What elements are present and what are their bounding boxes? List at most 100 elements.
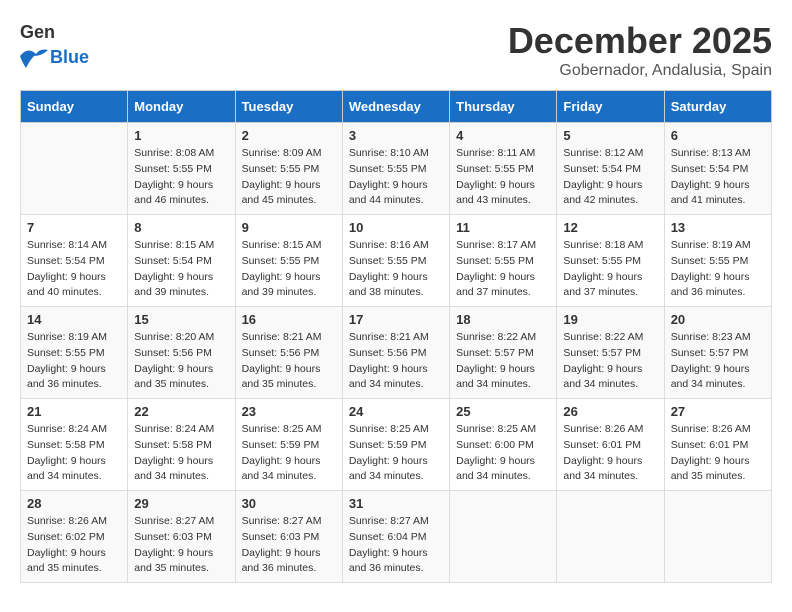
day-number: 13 [671,220,765,235]
day-number: 11 [456,220,550,235]
day-number: 16 [242,312,336,327]
day-number: 15 [134,312,228,327]
day-number: 14 [27,312,121,327]
calendar-cell: 22Sunrise: 8:24 AMSunset: 5:58 PMDayligh… [128,399,235,491]
day-info: Sunrise: 8:17 AMSunset: 5:55 PMDaylight:… [456,238,550,301]
logo-blue-text: Blue [50,47,89,68]
calendar-cell: 6 Sunrise: 8:13 AMSunset: 5:54 PMDaylight… [664,123,771,215]
day-number: 23 [242,404,336,419]
day-info: Sunrise: 8:27 AMSunset: 6:03 PMDaylight:… [134,514,228,577]
calendar-cell: 29 Sunrise: 8:27 AMSunset: 6:03 PMDayligh… [128,491,235,583]
calendar-cell: 26 Sunrise: 8:26 AMSunset: 6:01 PMDayligh… [557,399,664,491]
day-info: Sunrise: 8:24 AMSunset: 5:58 PMDaylight:… [27,422,121,485]
calendar-cell [21,123,128,215]
calendar-cell: 20Sunrise: 8:23 AMSunset: 5:57 PMDayligh… [664,307,771,399]
day-number: 6 [671,128,765,143]
day-number: 24 [349,404,443,419]
calendar-cell: 1 Sunrise: 8:08 AMSunset: 5:55 PMDaylight… [128,123,235,215]
day-info: Sunrise: 8:27 AMSunset: 6:03 PMDaylight:… [242,514,336,577]
weekday-header-wednesday: Wednesday [342,91,449,123]
calendar-cell [664,491,771,583]
calendar-cell: 7Sunrise: 8:14 AMSunset: 5:54 PMDaylight… [21,215,128,307]
calendar-cell: 23 Sunrise: 8:25 AMSunset: 5:59 PMDayligh… [235,399,342,491]
calendar-cell [557,491,664,583]
day-number: 30 [242,496,336,511]
day-info: Sunrise: 8:16 AMSunset: 5:55 PMDaylight:… [349,238,443,301]
day-info: Sunrise: 8:26 AMSunset: 6:02 PMDaylight:… [27,514,121,577]
calendar-cell: 3 Sunrise: 8:10 AMSunset: 5:55 PMDaylight… [342,123,449,215]
calendar-cell: 15Sunrise: 8:20 AMSunset: 5:56 PMDayligh… [128,307,235,399]
day-info: Sunrise: 8:13 AMSunset: 5:54 PMDaylight:… [671,146,765,209]
day-number: 2 [242,128,336,143]
day-number: 4 [456,128,550,143]
day-info: Sunrise: 8:15 AMSunset: 5:55 PMDaylight:… [242,238,336,301]
calendar-table: SundayMondayTuesdayWednesdayThursdayFrid… [20,90,772,583]
day-number: 28 [27,496,121,511]
title-area: December 2025 Gobernador, Andalusia, Spa… [508,20,772,80]
calendar-cell: 13 Sunrise: 8:19 AMSunset: 5:55 PMDayligh… [664,215,771,307]
calendar-cell: 17 Sunrise: 8:21 AMSunset: 5:56 PMDayligh… [342,307,449,399]
day-number: 8 [134,220,228,235]
day-info: Sunrise: 8:25 AMSunset: 5:59 PMDaylight:… [349,422,443,485]
day-number: 10 [349,220,443,235]
calendar-cell: 8 Sunrise: 8:15 AMSunset: 5:54 PMDaylight… [128,215,235,307]
day-number: 3 [349,128,443,143]
day-info: Sunrise: 8:26 AMSunset: 6:01 PMDaylight:… [671,422,765,485]
calendar-cell [450,491,557,583]
day-info: Sunrise: 8:10 AMSunset: 5:55 PMDaylight:… [349,146,443,209]
month-title: December 2025 [508,20,772,62]
weekday-header-thursday: Thursday [450,91,557,123]
weekday-header-tuesday: Tuesday [235,91,342,123]
day-number: 18 [456,312,550,327]
calendar-cell: 14 Sunrise: 8:19 AMSunset: 5:55 PMDayligh… [21,307,128,399]
day-info: Sunrise: 8:09 AMSunset: 5:55 PMDaylight:… [242,146,336,209]
svg-text:General: General [20,22,54,42]
page-header: General Blue December 2025 Gobernador, A… [20,20,772,80]
day-info: Sunrise: 8:25 AMSunset: 5:59 PMDaylight:… [242,422,336,485]
calendar-cell: 30 Sunrise: 8:27 AMSunset: 6:03 PMDayligh… [235,491,342,583]
day-number: 9 [242,220,336,235]
day-number: 7 [27,220,121,235]
calendar-week-row: 7Sunrise: 8:14 AMSunset: 5:54 PMDaylight… [21,215,772,307]
day-info: Sunrise: 8:26 AMSunset: 6:01 PMDaylight:… [563,422,657,485]
day-info: Sunrise: 8:21 AMSunset: 5:56 PMDaylight:… [242,330,336,393]
calendar-cell: 25 Sunrise: 8:25 AMSunset: 6:00 PMDayligh… [450,399,557,491]
day-number: 17 [349,312,443,327]
day-info: Sunrise: 8:11 AMSunset: 5:55 PMDaylight:… [456,146,550,209]
day-info: Sunrise: 8:24 AMSunset: 5:58 PMDaylight:… [134,422,228,485]
calendar-cell: 12Sunrise: 8:18 AMSunset: 5:55 PMDayligh… [557,215,664,307]
weekday-header-saturday: Saturday [664,91,771,123]
calendar-cell: 11 Sunrise: 8:17 AMSunset: 5:55 PMDayligh… [450,215,557,307]
day-info: Sunrise: 8:19 AMSunset: 5:55 PMDaylight:… [671,238,765,301]
calendar-cell: 18Sunrise: 8:22 AMSunset: 5:57 PMDayligh… [450,307,557,399]
calendar-cell: 4 Sunrise: 8:11 AMSunset: 5:55 PMDaylight… [450,123,557,215]
day-number: 12 [563,220,657,235]
calendar-cell: 21Sunrise: 8:24 AMSunset: 5:58 PMDayligh… [21,399,128,491]
day-info: Sunrise: 8:08 AMSunset: 5:55 PMDaylight:… [134,146,228,209]
calendar-cell: 28 Sunrise: 8:26 AMSunset: 6:02 PMDayligh… [21,491,128,583]
day-number: 29 [134,496,228,511]
day-info: Sunrise: 8:21 AMSunset: 5:56 PMDaylight:… [349,330,443,393]
day-info: Sunrise: 8:19 AMSunset: 5:55 PMDaylight:… [27,330,121,393]
day-number: 20 [671,312,765,327]
logo: General Blue [20,20,89,68]
calendar-week-row: 1 Sunrise: 8:08 AMSunset: 5:55 PMDaylight… [21,123,772,215]
calendar-cell: 10 Sunrise: 8:16 AMSunset: 5:55 PMDayligh… [342,215,449,307]
day-number: 19 [563,312,657,327]
day-info: Sunrise: 8:25 AMSunset: 6:00 PMDaylight:… [456,422,550,485]
day-number: 5 [563,128,657,143]
day-info: Sunrise: 8:15 AMSunset: 5:54 PMDaylight:… [134,238,228,301]
calendar-cell: 2 Sunrise: 8:09 AMSunset: 5:55 PMDaylight… [235,123,342,215]
weekday-header-row: SundayMondayTuesdayWednesdayThursdayFrid… [21,91,772,123]
day-number: 1 [134,128,228,143]
calendar-week-row: 28 Sunrise: 8:26 AMSunset: 6:02 PMDayligh… [21,491,772,583]
day-number: 25 [456,404,550,419]
calendar-cell: 16 Sunrise: 8:21 AMSunset: 5:56 PMDayligh… [235,307,342,399]
weekday-header-monday: Monday [128,91,235,123]
weekday-header-friday: Friday [557,91,664,123]
day-number: 26 [563,404,657,419]
calendar-week-row: 14 Sunrise: 8:19 AMSunset: 5:55 PMDayligh… [21,307,772,399]
logo-icon: General [20,20,54,46]
calendar-cell: 9 Sunrise: 8:15 AMSunset: 5:55 PMDaylight… [235,215,342,307]
weekday-header-sunday: Sunday [21,91,128,123]
